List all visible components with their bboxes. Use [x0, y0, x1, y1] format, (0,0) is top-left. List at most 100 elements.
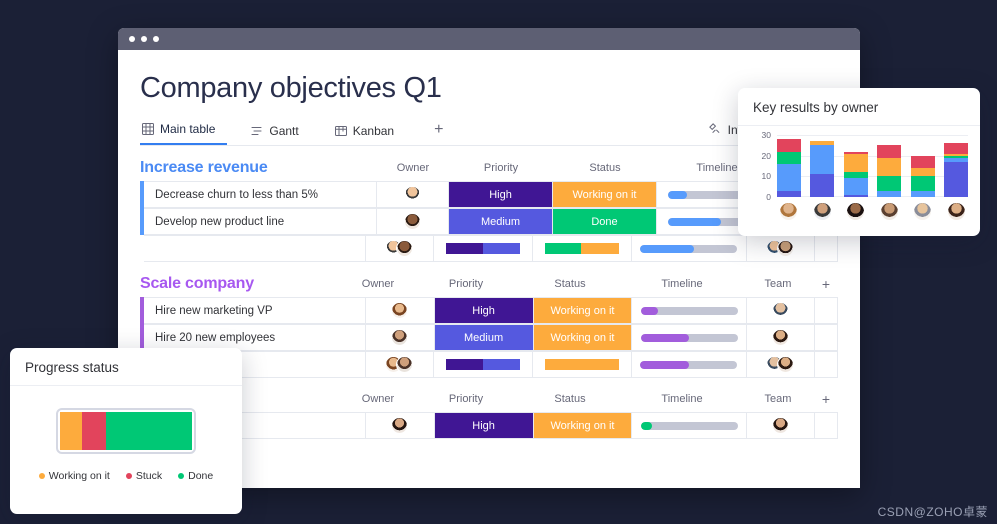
- row-owner-cell[interactable]: [366, 412, 435, 439]
- status-distribution-bar: [545, 243, 620, 254]
- legend-item-stuck: Stuck: [125, 470, 163, 482]
- window-titlebar: [118, 28, 860, 50]
- row-status-cell[interactable]: Working on it: [533, 412, 633, 439]
- tab-main-table-label: Main table: [160, 122, 216, 136]
- chart-bars: [777, 135, 968, 197]
- table-row[interactable]: Decrease churn to less than 5% High Work…: [140, 181, 838, 208]
- row-name[interactable]: Hire new marketing VP: [144, 297, 367, 324]
- table-row[interactable]: Hire new marketing VP High Working on it: [140, 297, 838, 324]
- avatar-1: [780, 203, 797, 220]
- legend-label: Stuck: [135, 470, 163, 482]
- table-row[interactable]: Hire 20 new employees Medium Working on …: [140, 324, 838, 351]
- legend-dot: [125, 473, 132, 479]
- group-title[interactable]: Increase revenue: [140, 159, 377, 177]
- summary-owner-cell: [365, 351, 435, 378]
- add-column-button[interactable]: +: [814, 391, 838, 407]
- timeline-bar: [640, 306, 738, 315]
- table-row[interactable]: d 24/7 support High Working on it: [140, 412, 838, 439]
- summary-add-cell: [815, 235, 838, 262]
- row-status-cell[interactable]: Done: [553, 208, 657, 235]
- summary-status-cell: [533, 235, 633, 262]
- chart-bar: [810, 141, 835, 197]
- row-status-cell[interactable]: Working on it: [553, 181, 657, 208]
- status-distribution-bar: [545, 359, 620, 370]
- avatar-4: [880, 203, 898, 220]
- row-timeline-cell[interactable]: [632, 324, 747, 351]
- timeline-bar: [640, 421, 738, 430]
- timeline-bar: [640, 244, 738, 253]
- add-column-button[interactable]: +: [814, 276, 838, 292]
- chart-x-axis: [777, 203, 968, 220]
- avatar: [396, 240, 414, 257]
- summary-team-cell: [746, 351, 816, 378]
- avatar-3: [847, 203, 865, 220]
- group-increase-revenue: Increase revenue Owner Priority Status T…: [140, 159, 838, 262]
- row-timeline-cell[interactable]: [632, 412, 747, 439]
- avatar[interactable]: [391, 329, 409, 346]
- column-header-priority: Priority: [448, 393, 484, 405]
- timeline-bar: [640, 333, 738, 342]
- row-owner-cell[interactable]: [366, 297, 435, 324]
- avatar[interactable]: [771, 417, 789, 434]
- avatar-group: [766, 356, 795, 373]
- row-priority-cell[interactable]: High: [434, 412, 534, 439]
- progress-status-title: Progress status: [10, 348, 242, 386]
- chart-plot-area: 30 20 10 0: [750, 130, 968, 202]
- tab-kanban-label: Kanban: [352, 124, 395, 138]
- avatar[interactable]: [771, 302, 789, 319]
- avatar[interactable]: [404, 213, 421, 230]
- add-view-button[interactable]: +: [434, 121, 443, 145]
- avatar[interactable]: [771, 329, 789, 346]
- legend-label: Done: [188, 470, 214, 482]
- row-priority-cell[interactable]: High: [434, 297, 534, 324]
- row-priority-cell[interactable]: Medium: [434, 324, 534, 351]
- row-owner-cell[interactable]: [377, 181, 449, 208]
- table-row[interactable]: Develop new product line Medium Done: [140, 208, 838, 235]
- column-headers: Owner Priority Status Timeline Team +: [342, 275, 838, 293]
- tab-kanban[interactable]: Kanban: [333, 124, 406, 145]
- legend-item-working-on-it: Working on it: [38, 470, 110, 482]
- row-owner-cell[interactable]: [366, 324, 435, 351]
- avatar: [777, 240, 795, 257]
- timeline-bar: [640, 360, 738, 369]
- window-minimize-dot[interactable]: [141, 36, 147, 42]
- row-timeline-cell[interactable]: [632, 297, 747, 324]
- row-status-cell[interactable]: Working on it: [533, 297, 633, 324]
- group-third: Owner Priority Status Timeline Team + d …: [140, 390, 838, 439]
- integrate-icon: [708, 122, 721, 138]
- row-team-cell[interactable]: [746, 412, 816, 439]
- column-header-owner: Owner: [361, 393, 395, 405]
- tab-main-table[interactable]: Main table: [140, 122, 228, 145]
- summary-status-cell: [533, 351, 633, 378]
- row-priority-cell[interactable]: Medium: [449, 208, 553, 235]
- chart-bar: [843, 151, 868, 197]
- row-name[interactable]: Decrease churn to less than 5%: [144, 181, 377, 208]
- progress-legend: Working on it Stuck Done: [30, 470, 222, 482]
- segment-done: [106, 412, 192, 450]
- group-title[interactable]: Scale company: [140, 275, 342, 293]
- segment-working-on-it: [60, 412, 83, 450]
- window-maximize-dot[interactable]: [153, 36, 159, 42]
- key-results-widget: Key results by owner 30 20 10 0: [738, 88, 980, 236]
- row-status-cell[interactable]: Working on it: [533, 324, 633, 351]
- row-team-cell[interactable]: [746, 297, 816, 324]
- row-name[interactable]: Hire 20 new employees: [144, 324, 367, 351]
- column-header-owner: Owner: [361, 278, 395, 290]
- group-rows: Hire new marketing VP High Working on it: [140, 297, 838, 378]
- row-owner-cell[interactable]: [377, 208, 449, 235]
- column-header-team: Team: [764, 278, 792, 290]
- avatar[interactable]: [391, 302, 409, 319]
- avatar[interactable]: [404, 186, 421, 203]
- window-close-dot[interactable]: [129, 36, 135, 42]
- tab-gantt[interactable]: Gantt: [249, 124, 310, 145]
- watermark: CSDN@ZOHO卓蒙: [877, 505, 988, 519]
- row-add-cell: [815, 297, 838, 324]
- legend-dot: [38, 473, 45, 479]
- chart-bar: [910, 155, 935, 197]
- row-priority-cell[interactable]: High: [449, 181, 553, 208]
- key-results-title: Key results by owner: [738, 88, 980, 126]
- row-name[interactable]: Develop new product line: [144, 208, 377, 235]
- legend-item-done: Done: [178, 470, 213, 482]
- avatar[interactable]: [391, 417, 409, 434]
- row-team-cell[interactable]: [746, 324, 816, 351]
